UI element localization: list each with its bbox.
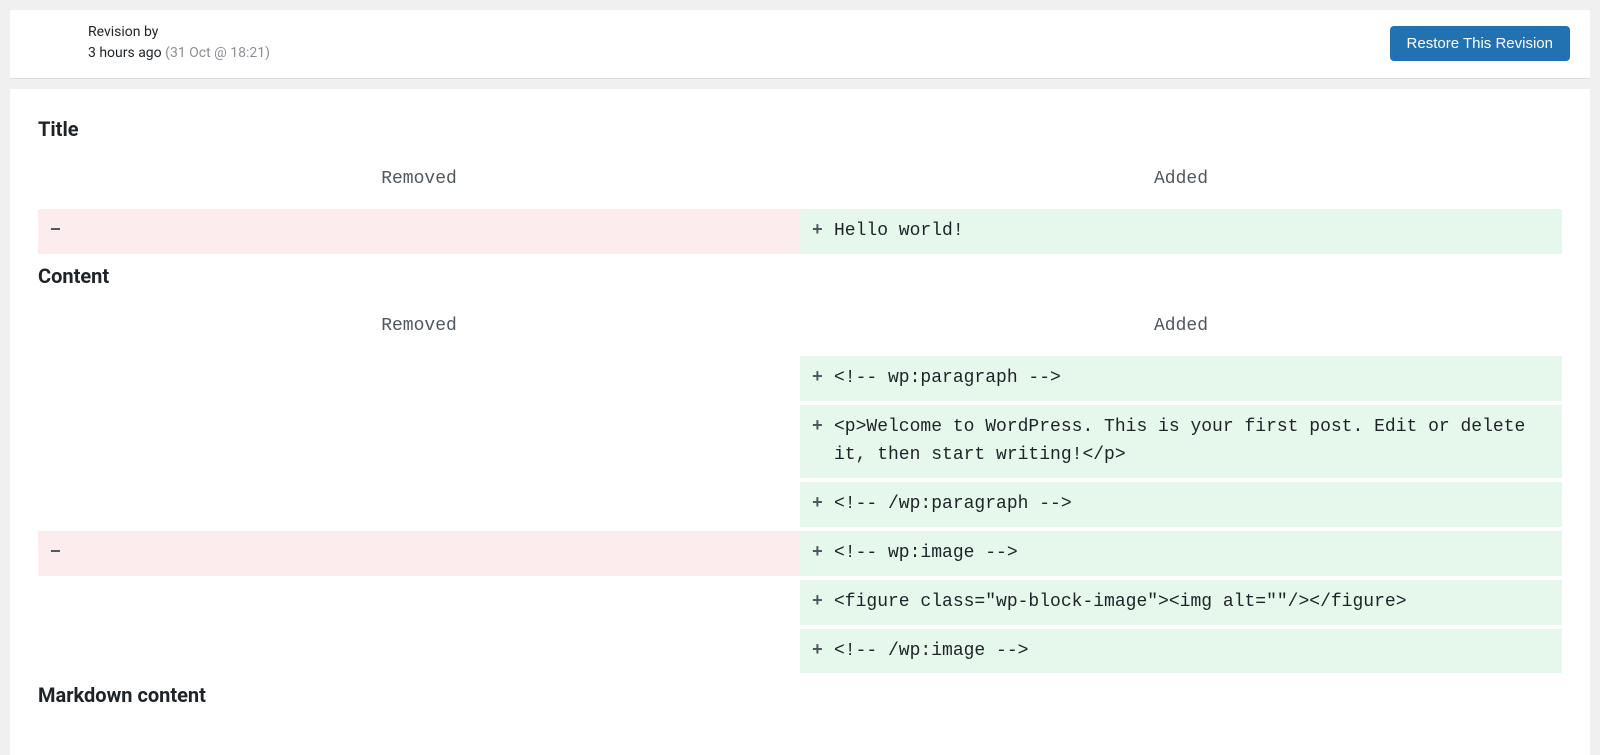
diff-cell-removed (38, 405, 800, 479)
plus-icon (812, 637, 834, 666)
minus-icon (50, 217, 72, 246)
plus-icon (812, 217, 834, 246)
diff-cell-added: <!-- wp:paragraph --> (800, 356, 1562, 401)
restore-revision-button[interactable]: Restore This Revision (1390, 26, 1570, 61)
revision-timestamp: (31 Oct @ 18:21) (165, 45, 270, 61)
diff-added-text: <figure class="wp-block-image"><img alt=… (834, 588, 1550, 617)
diff-cell-removed (38, 629, 800, 674)
diff-row: <!-- wp:paragraph --> (38, 356, 1562, 401)
diff-cell-added: <!-- /wp:image --> (800, 629, 1562, 674)
diff-cell-added: Hello world! (800, 209, 1562, 254)
diff-title: RemovedAdded Hello world! (38, 159, 1562, 254)
revision-time-ago: 3 hours ago (88, 45, 162, 61)
diff-row: <figure class="wp-block-image"><img alt=… (38, 580, 1562, 625)
plus-icon (812, 588, 834, 617)
diff-column-headers: RemovedAdded (38, 159, 1562, 199)
revision-time: 3 hours ago (31 Oct @ 18:21) (88, 43, 270, 64)
plus-icon (812, 413, 834, 442)
diff-cell-added: <!-- wp:image --> (800, 531, 1562, 576)
diff-added-text: <!-- wp:image --> (834, 539, 1550, 568)
diff-cell-added: <figure class="wp-block-image"><img alt=… (800, 580, 1562, 625)
column-header-added: Added (800, 159, 1562, 199)
revision-by-label: Revision by (88, 22, 270, 43)
revision-body: TitleRemovedAddedHello world!ContentRemo… (10, 89, 1590, 755)
diff-row: <!-- /wp:image --> (38, 629, 1562, 674)
plus-icon (812, 364, 834, 393)
diff-cell-removed (38, 356, 800, 401)
section-heading-title: Title (38, 117, 1562, 141)
diff-added-text: <!-- /wp:paragraph --> (834, 490, 1550, 519)
column-header-removed: Removed (38, 159, 800, 199)
column-header-removed: Removed (38, 306, 800, 346)
diff-cell-removed (38, 209, 800, 254)
plus-icon (812, 490, 834, 519)
diff-cell-removed (38, 482, 800, 527)
column-header-added: Added (800, 306, 1562, 346)
diff-cell-removed (38, 580, 800, 625)
diff-added-text: <!-- wp:paragraph --> (834, 364, 1550, 393)
diff-cell-added: <!-- /wp:paragraph --> (800, 482, 1562, 527)
revision-header: Revision by 3 hours ago (31 Oct @ 18:21)… (10, 10, 1590, 79)
diff-row: <!-- /wp:paragraph --> (38, 482, 1562, 527)
diff-added-text: <p>Welcome to WordPress. This is your fi… (834, 413, 1550, 471)
minus-icon (50, 539, 72, 568)
plus-icon (812, 539, 834, 568)
diff-column-headers: RemovedAdded (38, 306, 1562, 346)
revision-meta: Revision by 3 hours ago (31 Oct @ 18:21) (88, 22, 270, 64)
section-heading-markdown: Markdown content (38, 683, 1562, 707)
diff-row: <p>Welcome to WordPress. This is your fi… (38, 405, 1562, 479)
diff-cell-added: <p>Welcome to WordPress. This is your fi… (800, 405, 1562, 479)
diff-added-text: Hello world! (834, 217, 1550, 246)
diff-row: <!-- wp:image --> (38, 531, 1562, 576)
diff-added-text: <!-- /wp:image --> (834, 637, 1550, 666)
section-heading-content: Content (38, 264, 1562, 288)
diff-cell-removed (38, 531, 800, 576)
diff-row: Hello world! (38, 209, 1562, 254)
diff-content: RemovedAdded <!-- wp:paragraph --> <p>Welc… (38, 306, 1562, 674)
